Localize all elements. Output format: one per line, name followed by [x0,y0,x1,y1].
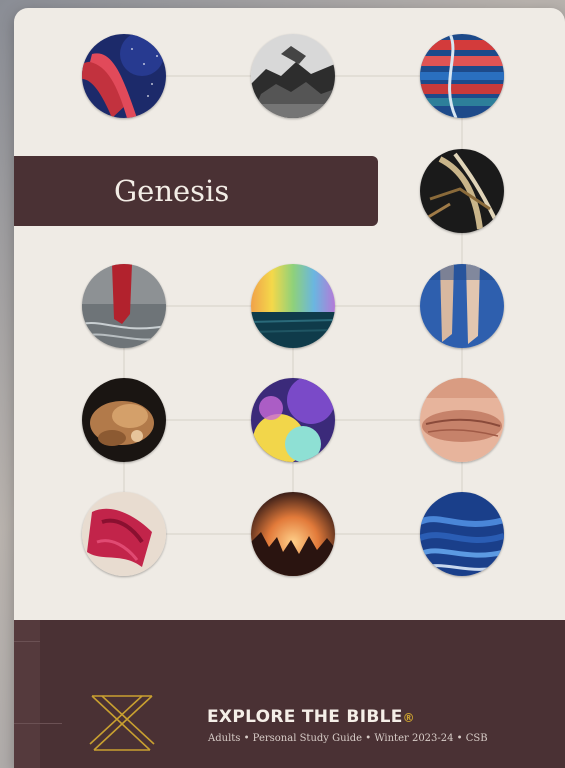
photo-rainbow-sea [251,264,335,348]
photo-colorful-powder [251,378,335,462]
photo-clay-pottery [82,378,166,462]
photo-pink-fabric [82,492,166,576]
footer-strip [14,620,40,768]
footer-divider [14,641,40,642]
title-band: Genesis [14,156,378,226]
brand-text: EXPLORE THE BIBLE [207,707,403,727]
photo-red-cloth-water [82,264,166,348]
book-title: Genesis [114,174,230,208]
photo-blue-wave-texture [420,492,504,576]
photo-striped-textile [420,34,504,118]
photo-red-fabric-space [82,34,166,118]
registered-mark: ® [402,711,415,725]
footer-divider [14,723,62,724]
photo-sunset-trees [251,492,335,576]
explore-x-logo-icon [89,695,155,751]
edition-subtitle: Adults • Personal Study Guide • Winter 2… [208,733,488,744]
photo-ballet-feet [420,264,504,348]
photo-bird-feathers [420,149,504,233]
book-cover: Genesis EXPLORE THE BIBLE® Adults • Pers… [14,8,565,768]
cover-footer: EXPLORE THE BIBLE® Adults • Personal Stu… [14,620,565,768]
photo-rocky-shore-bw [251,34,335,118]
brand-name: EXPLORE THE BIBLE® [207,707,415,727]
photo-skin-closeup [420,378,504,462]
